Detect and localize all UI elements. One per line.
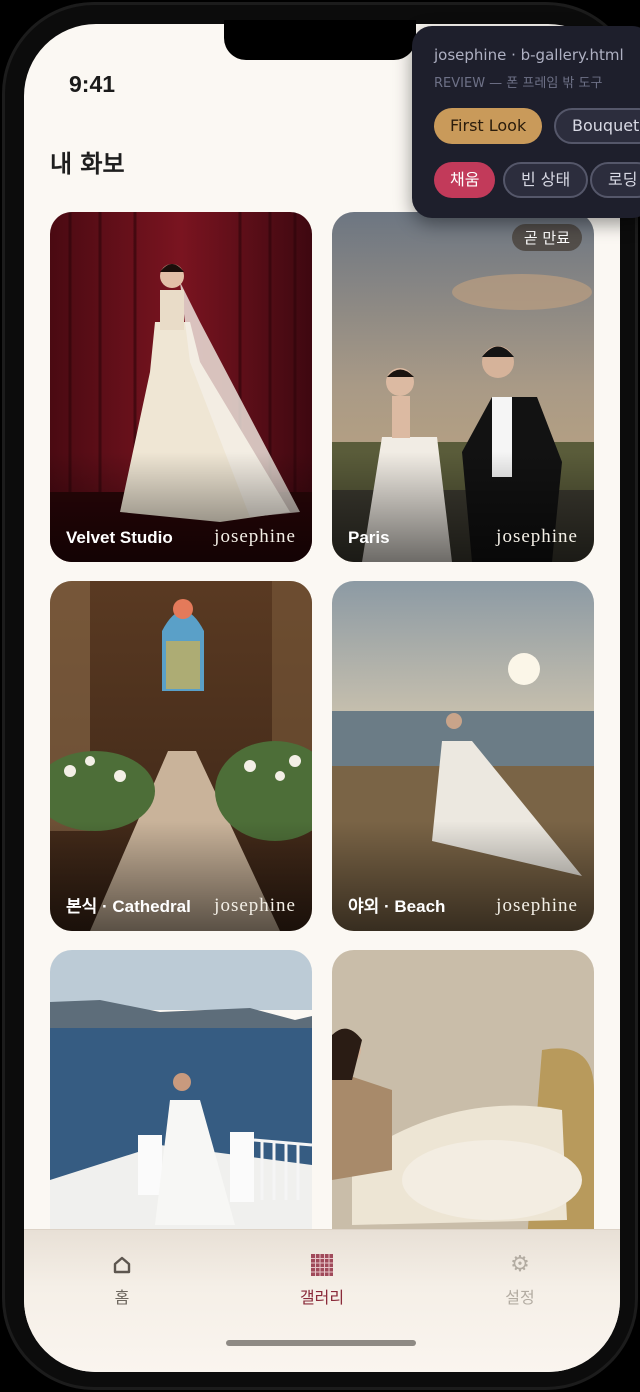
gallery-card-beach[interactable]: 야외 · Beach josephine [332,581,594,931]
dynamic-island [224,20,416,60]
chip-loading[interactable]: 로딩 [590,162,640,198]
gallery-card-paris[interactable]: 곧 만료 Paris josephine [332,212,594,562]
tab-home[interactable]: 홈 [62,1250,182,1308]
card-title: Velvet Studio [66,528,173,547]
expiring-badge: 곧 만료 [511,224,582,251]
brand-logo: josephine [214,526,296,547]
home-icon [62,1250,182,1280]
review-panel-title: josephine · b-gallery.html [434,46,624,64]
card-title: 본식 · Cathedral [66,897,191,916]
card-title: 야외 · Beach [348,897,446,916]
gallery-card-cathedral[interactable]: 본식 · Cathedral josephine [50,581,312,931]
brand-logo: josephine [496,895,578,916]
tab-settings[interactable]: ⚙ 설정 [460,1250,580,1308]
brand-logo: josephine [496,526,578,547]
chip-first-look[interactable]: First Look [434,108,543,144]
tab-gallery-label: 갤러리 [299,1288,345,1307]
tab-bar: 홈 갤러리 ⚙ 설정 [24,1229,620,1372]
home-indicator [226,1340,416,1346]
review-panel: josephine · b-gallery.html REVIEW — 폰 프레… [412,26,640,218]
review-panel-subtitle: REVIEW — 폰 프레임 밖 도구 [434,76,603,91]
gallery-card-velvet-studio[interactable]: Velvet Studio josephine [50,212,312,562]
phone-screen: 9:41 내 화보 Velvet Studio josephine 곧 만료 P… [24,24,620,1372]
tab-settings-label: 설정 [505,1288,535,1307]
page-title: 내 화보 [50,150,125,178]
status-time: 9:41 [69,71,116,97]
brand-logo: josephine [214,895,296,916]
chip-fill[interactable]: 채움 [434,162,496,198]
tab-home-label: 홈 [114,1288,130,1307]
card-title: Paris [348,528,390,547]
tab-gallery[interactable]: 갤러리 [262,1250,382,1308]
gear-icon: ⚙ [510,1252,530,1277]
grid-icon [262,1250,382,1280]
chip-bouquet[interactable]: Bouquet [554,108,640,144]
chip-empty-state[interactable]: 빈 상태 [503,162,589,198]
